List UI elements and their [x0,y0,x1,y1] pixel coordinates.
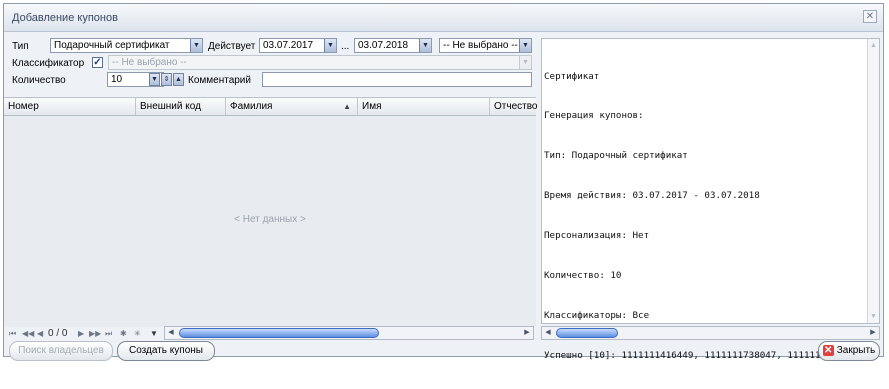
add-record-icon[interactable]: ✱ [120,326,127,341]
column-header-last-name[interactable]: Фамилия ▲ [226,98,358,115]
first-page-icon[interactable]: ⏮ [9,326,16,341]
classifier-select[interactable]: -- Не выбрано -- ▼ [108,55,532,70]
next-block-icon[interactable]: ▶▶ [89,326,101,341]
quantity-increment-icon[interactable]: ▲ [173,73,184,86]
prev-page-icon[interactable]: ◀ [37,326,43,341]
log-vertical-scrollbar[interactable]: ▲ ▼ [867,39,879,323]
coupon-dialog: Добавление купонов ✕ Тип Подарочный серт… [3,3,884,361]
column-header-middle-name[interactable]: Отчество [490,98,537,115]
period-select-value: -- Не выбрано -- [443,40,518,51]
column-header-number[interactable]: Номер [4,98,136,115]
grid-header: Номер Внешний код Фамилия ▲ Имя Отчество [4,98,537,116]
next-page-icon[interactable]: ▶ [78,326,84,341]
owners-grid: Номер Внешний код Фамилия ▲ Имя Отчество… [4,97,537,327]
empty-grid-message: < Нет данных > [234,214,306,225]
chevron-down-icon[interactable]: ▼ [419,39,431,52]
delete-record-icon[interactable]: ✳ [134,326,141,341]
grid-horizontal-scrollbar[interactable]: ◀ ▶ [164,326,534,340]
type-label: Тип [12,41,29,52]
classifier-label: Классификатор [12,58,85,69]
log-line: Сертификат [544,70,600,82]
log-line: Генерация купонов: [544,110,644,122]
column-header-external-code[interactable]: Внешний код [136,98,226,115]
grid-pager: ⏮ ◀◀ ◀ 0 / 0 ▶ ▶▶ ⏭ ✱ ✳ ▼ ◀ ▶ [4,326,536,341]
scroll-left-icon[interactable]: ◀ [165,327,177,339]
date-to-value: 03.07.2018 [358,40,409,51]
result-log-panel: Сертификат Генерация купонов: Тип: Подар… [541,38,880,361]
quantity-label: Количество [12,75,66,86]
scroll-right-icon[interactable]: ▶ [867,327,879,339]
chevron-down-icon[interactable]: ▼ [324,39,336,52]
scroll-right-icon[interactable]: ▶ [521,327,533,339]
title-bar: Добавление купонов ✕ [4,4,883,32]
log-line: Тип: Подарочный сертификат [544,150,688,162]
close-button-label: Закрыть [836,345,876,356]
log-line: Время действия: 03.07.2017 - 03.07.2018 [544,190,760,202]
close-icon[interactable]: ✕ [863,10,877,23]
comment-label: Комментарий [188,75,251,86]
filter-icon[interactable]: ▼ [150,326,158,341]
log-line: Персонализация: Нет [544,230,650,242]
close-button[interactable]: ✕ Закрыть [818,341,880,361]
comment-field[interactable] [262,72,532,87]
chevron-down-icon[interactable]: ▼ [190,39,202,52]
close-icon: ✕ [822,344,834,356]
scroll-down-icon[interactable]: ▼ [868,313,879,320]
sort-ascending-icon: ▲ [343,102,351,111]
quantity-value: 10 [111,74,123,85]
scrollbar-thumb[interactable] [556,328,618,338]
last-page-icon[interactable]: ⏭ [105,326,112,341]
log-line: Количество: 10 [544,270,622,282]
create-coupons-button[interactable]: Создать купоны [117,341,215,361]
prev-block-icon[interactable]: ◀◀ [22,326,34,341]
date-range-separator: ... [341,41,350,52]
date-to-picker[interactable]: 03.07.2018 ▼ [354,38,432,53]
type-select[interactable]: Подарочный сертификат ▼ [50,38,203,53]
quantity-dropdown-icon[interactable]: ▼ [149,73,160,86]
log-horizontal-scrollbar[interactable]: ◀ ▶ [541,326,880,340]
search-owners-button[interactable]: Поиск владельцев [9,341,113,361]
date-from-picker[interactable]: 03.07.2017 ▼ [259,38,337,53]
quantity-stepper-arrows-icon[interactable]: ⇕ [161,73,172,86]
chevron-down-icon[interactable]: ▼ [519,39,531,52]
page-indicator: 0 / 0 [48,328,68,339]
type-select-value: Подарочный сертификат [54,40,170,51]
column-header-first-name[interactable]: Имя [358,98,490,115]
log-line: Классификаторы: Все [544,309,650,321]
classifier-checkbox[interactable]: ✓ [92,57,103,68]
window-title: Добавление купонов [12,12,118,24]
period-select[interactable]: -- Не выбрано -- ▼ [439,38,532,53]
valid-label: Действует [208,41,256,52]
classifier-select-value: -- Не выбрано -- [112,57,187,68]
scrollbar-thumb[interactable] [179,328,379,338]
chevron-down-icon[interactable]: ▼ [519,56,531,69]
date-from-value: 03.07.2017 [263,40,314,51]
scroll-left-icon[interactable]: ◀ [542,327,554,339]
scroll-up-icon[interactable]: ▲ [868,42,879,49]
column-header-last-name-label: Фамилия [230,101,273,112]
